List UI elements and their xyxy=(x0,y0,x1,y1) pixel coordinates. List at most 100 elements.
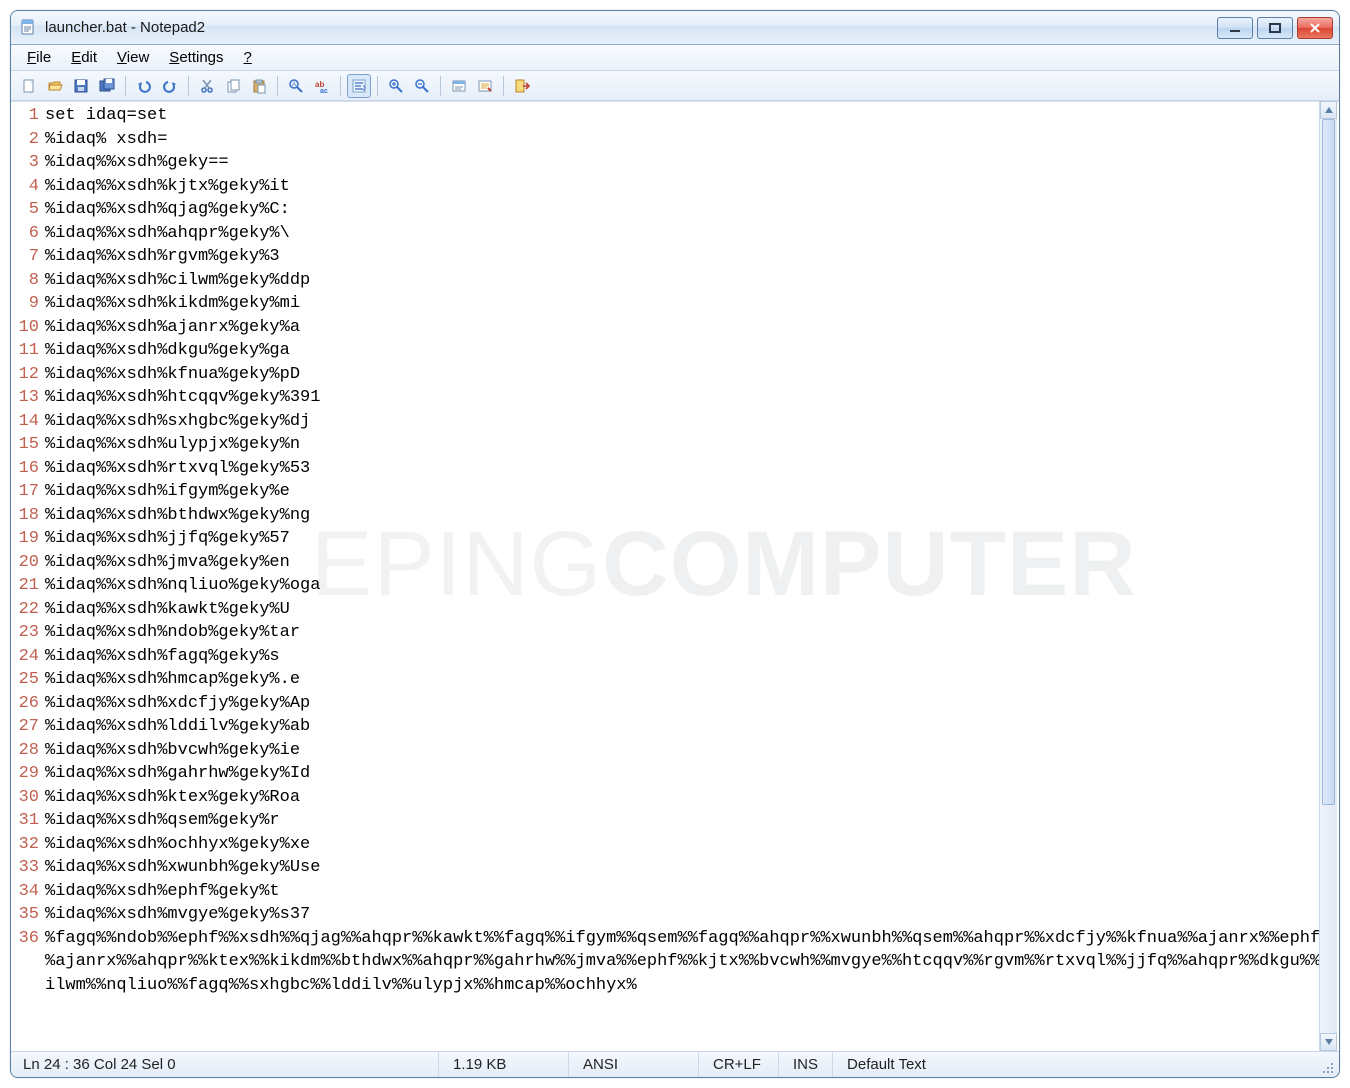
code-line[interactable]: 35%idaq%%xsdh%mvgye%geky%s37 xyxy=(11,903,1339,927)
code-line[interactable]: 7%idaq%%xsdh%rgvm%geky%3 xyxy=(11,245,1339,269)
code-line[interactable]: 3%idaq%%xsdh%geky== xyxy=(11,151,1339,175)
code-line[interactable]: 21%idaq%%xsdh%nqliuo%geky%oga xyxy=(11,574,1339,598)
code-text[interactable]: %idaq%%xsdh%jmva%geky%en xyxy=(45,551,1339,575)
code-text[interactable]: %idaq%%xsdh%kikdm%geky%mi xyxy=(45,292,1339,316)
code-line[interactable]: 27%idaq%%xsdh%lddilv%geky%ab xyxy=(11,715,1339,739)
code-text[interactable]: %idaq%%xsdh%xwunbh%geky%Use xyxy=(45,856,1339,880)
code-line[interactable]: 12%idaq%%xsdh%kfnua%geky%pD xyxy=(11,363,1339,387)
code-editor[interactable]: 1set idaq=set2%idaq% xsdh=3%idaq%%xsdh%g… xyxy=(11,102,1339,1051)
code-text[interactable]: %idaq%%xsdh%qsem%geky%r xyxy=(45,809,1339,833)
scroll-thumb[interactable] xyxy=(1322,119,1335,805)
code-line[interactable]: 15%idaq%%xsdh%ulypjx%geky%n xyxy=(11,433,1339,457)
code-line[interactable]: 19%idaq%%xsdh%jjfq%geky%57 xyxy=(11,527,1339,551)
code-line[interactable]: 20%idaq%%xsdh%jmva%geky%en xyxy=(11,551,1339,575)
status-eol[interactable]: CR+LF xyxy=(699,1052,779,1077)
code-line[interactable]: 29%idaq%%xsdh%gahrhw%geky%Id xyxy=(11,762,1339,786)
code-text[interactable]: %idaq%%xsdh%ephf%geky%t xyxy=(45,880,1339,904)
code-text[interactable]: %idaq%%xsdh%kfnua%geky%pD xyxy=(45,363,1339,387)
code-text[interactable]: %idaq%%xsdh%ifgym%geky%e xyxy=(45,480,1339,504)
menu-settings[interactable]: Settings xyxy=(161,47,231,68)
code-line[interactable]: 16%idaq%%xsdh%rtxvql%geky%53 xyxy=(11,457,1339,481)
redo-icon[interactable] xyxy=(158,74,182,98)
code-line[interactable]: 30%idaq%%xsdh%ktex%geky%Roa xyxy=(11,786,1339,810)
code-text[interactable]: %idaq%%xsdh%htcqqv%geky%391 xyxy=(45,386,1339,410)
code-line[interactable]: 13%idaq%%xsdh%htcqqv%geky%391 xyxy=(11,386,1339,410)
resize-grip-icon[interactable] xyxy=(1319,1059,1335,1075)
code-line[interactable]: 2%idaq% xsdh= xyxy=(11,128,1339,152)
code-line[interactable]: 24%idaq%%xsdh%fagq%geky%s xyxy=(11,645,1339,669)
code-text[interactable]: %idaq%%xsdh%geky== xyxy=(45,151,1339,175)
code-text[interactable]: %idaq%%xsdh%ulypjx%geky%n xyxy=(45,433,1339,457)
code-text[interactable]: set idaq=set xyxy=(45,104,1339,128)
open-file-icon[interactable] xyxy=(43,74,67,98)
code-line[interactable]: 26%idaq%%xsdh%xdcfjy%geky%Ap xyxy=(11,692,1339,716)
code-line[interactable]: 34%idaq%%xsdh%ephf%geky%t xyxy=(11,880,1339,904)
minimize-button[interactable] xyxy=(1217,17,1253,39)
status-ovr[interactable]: INS xyxy=(779,1052,833,1077)
code-line[interactable]: 6%idaq%%xsdh%ahqpr%geky%\ xyxy=(11,222,1339,246)
code-text[interactable]: %idaq%%xsdh%rtxvql%geky%53 xyxy=(45,457,1339,481)
code-text[interactable]: %idaq%%xsdh%jjfq%geky%57 xyxy=(45,527,1339,551)
code-line[interactable]: 31%idaq%%xsdh%qsem%geky%r xyxy=(11,809,1339,833)
word-wrap-icon[interactable] xyxy=(347,74,371,98)
scheme-config-icon[interactable] xyxy=(473,74,497,98)
code-text[interactable]: %idaq%%xsdh%ahqpr%geky%\ xyxy=(45,222,1339,246)
code-line[interactable]: 4%idaq%%xsdh%kjtx%geky%it xyxy=(11,175,1339,199)
code-text[interactable]: %idaq%%xsdh%dkgu%geky%ga xyxy=(45,339,1339,363)
maximize-button[interactable] xyxy=(1257,17,1293,39)
editor-area[interactable]: EPINGCOMPUTER 1set idaq=set2%idaq% xsdh=… xyxy=(11,101,1339,1051)
code-text[interactable]: %idaq%%xsdh%cilwm%geky%ddp xyxy=(45,269,1339,293)
code-line[interactable]: 32%idaq%%xsdh%ochhyx%geky%xe xyxy=(11,833,1339,857)
new-file-icon[interactable] xyxy=(17,74,41,98)
code-line[interactable]: 9%idaq%%xsdh%kikdm%geky%mi xyxy=(11,292,1339,316)
code-text[interactable]: %idaq%%xsdh%ajanrx%geky%a xyxy=(45,316,1339,340)
code-text[interactable]: %idaq%%xsdh%rgvm%geky%3 xyxy=(45,245,1339,269)
titlebar[interactable]: launcher.bat - Notepad2 xyxy=(11,11,1339,45)
code-line[interactable]: 17%idaq%%xsdh%ifgym%geky%e xyxy=(11,480,1339,504)
code-line[interactable]: 33%idaq%%xsdh%xwunbh%geky%Use xyxy=(11,856,1339,880)
code-text[interactable]: %idaq%%xsdh%bthdwx%geky%ng xyxy=(45,504,1339,528)
code-text[interactable]: %idaq%%xsdh%gahrhw%geky%Id xyxy=(45,762,1339,786)
replace-icon[interactable]: abac xyxy=(310,74,334,98)
code-text[interactable]: %fagq%%ndob%%ephf%%xsdh%%qjag%%ahqpr%%ka… xyxy=(45,927,1339,998)
paste-icon[interactable] xyxy=(247,74,271,98)
code-text[interactable]: %idaq%%xsdh%fagq%geky%s xyxy=(45,645,1339,669)
save-file-icon[interactable] xyxy=(69,74,93,98)
vertical-scrollbar[interactable] xyxy=(1319,101,1337,1051)
code-line[interactable]: 28%idaq%%xsdh%bvcwh%geky%ie xyxy=(11,739,1339,763)
close-button[interactable] xyxy=(1297,17,1333,39)
code-text[interactable]: %idaq%%xsdh%lddilv%geky%ab xyxy=(45,715,1339,739)
menu-edit[interactable]: Edit xyxy=(63,47,105,68)
status-lexer[interactable]: Default Text xyxy=(833,1052,1331,1077)
code-line[interactable]: 36%fagq%%ndob%%ephf%%xsdh%%qjag%%ahqpr%%… xyxy=(11,927,1339,998)
code-text[interactable]: %idaq%%xsdh%hmcap%geky%.e xyxy=(45,668,1339,692)
undo-icon[interactable] xyxy=(132,74,156,98)
code-text[interactable]: %idaq%%xsdh%qjag%geky%C: xyxy=(45,198,1339,222)
code-text[interactable]: %idaq%%xsdh%ktex%geky%Roa xyxy=(45,786,1339,810)
code-line[interactable]: 23%idaq%%xsdh%ndob%geky%tar xyxy=(11,621,1339,645)
code-line[interactable]: 1set idaq=set xyxy=(11,104,1339,128)
code-text[interactable]: %idaq%%xsdh%kawkt%geky%U xyxy=(45,598,1339,622)
exit-icon[interactable] xyxy=(510,74,534,98)
code-line[interactable]: 25%idaq%%xsdh%hmcap%geky%.e xyxy=(11,668,1339,692)
code-line[interactable]: 8%idaq%%xsdh%cilwm%geky%ddp xyxy=(11,269,1339,293)
code-line[interactable]: 5%idaq%%xsdh%qjag%geky%C: xyxy=(11,198,1339,222)
menu-view[interactable]: View xyxy=(109,47,157,68)
code-text[interactable]: %idaq%%xsdh%ndob%geky%tar xyxy=(45,621,1339,645)
status-encoding[interactable]: ANSI xyxy=(569,1052,699,1077)
copy-icon[interactable] xyxy=(221,74,245,98)
code-text[interactable]: %idaq%%xsdh%sxhgbc%geky%dj xyxy=(45,410,1339,434)
zoom-in-icon[interactable] xyxy=(384,74,408,98)
code-line[interactable]: 10%idaq%%xsdh%ajanrx%geky%a xyxy=(11,316,1339,340)
find-icon[interactable]: A xyxy=(284,74,308,98)
code-line[interactable]: 22%idaq%%xsdh%kawkt%geky%U xyxy=(11,598,1339,622)
zoom-out-icon[interactable] xyxy=(410,74,434,98)
scheme-select-icon[interactable] xyxy=(447,74,471,98)
code-line[interactable]: 18%idaq%%xsdh%bthdwx%geky%ng xyxy=(11,504,1339,528)
save-copy-icon[interactable] xyxy=(95,74,119,98)
code-text[interactable]: %idaq%%xsdh%nqliuo%geky%oga xyxy=(45,574,1339,598)
code-text[interactable]: %idaq%%xsdh%ochhyx%geky%xe xyxy=(45,833,1339,857)
code-text[interactable]: %idaq%%xsdh%mvgye%geky%s37 xyxy=(45,903,1339,927)
scroll-down-icon[interactable] xyxy=(1320,1033,1337,1051)
code-text[interactable]: %idaq%%xsdh%kjtx%geky%it xyxy=(45,175,1339,199)
